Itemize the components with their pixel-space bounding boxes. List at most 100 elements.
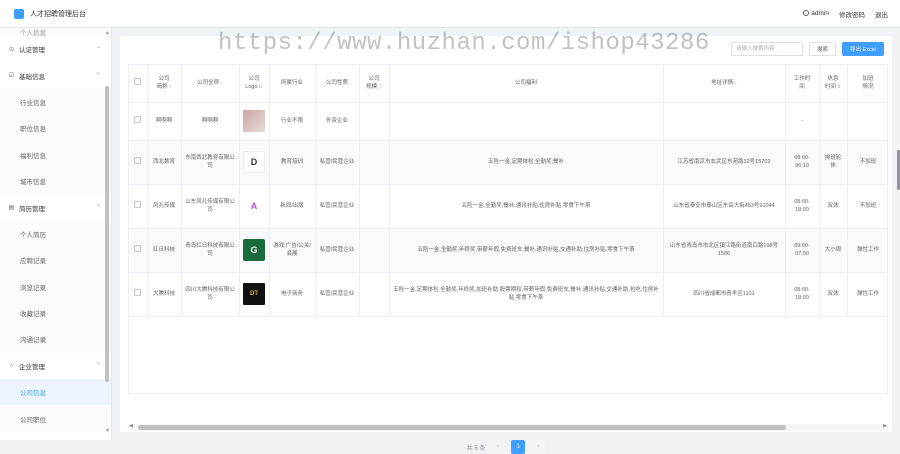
select-all-checkbox[interactable] [134,78,142,85]
column-header-3[interactable]: 公司 Logo⇅ [239,65,270,103]
cell-overtime: 弹性工作 [847,228,887,273]
main-panel: 搜索 导出 Excel 公司 简称⌕公司全称⌕公司 Logo⇅所属行业公司性质公… [120,36,892,454]
logout-link[interactable]: 退出 [875,9,888,19]
column-header-9: 工作时 间 [785,65,820,103]
next-page-button[interactable]: › [531,440,546,454]
company-logo-image: D [243,151,265,173]
cell-welfare [389,102,664,141]
horizontal-scrollbar[interactable]: ◀ ▶ [128,423,888,431]
sidebar-item-5[interactable]: 城市信息 [0,167,111,195]
sidebar-item-10[interactable]: 收藏记录 [0,299,111,327]
cell-short: 西北数育 [147,140,182,185]
table-row[interactable]: 西北数育 东南西北教育有限公司 D 教育培训 私营/民营企业 五险一金,定期体检,全勤奖,… [129,140,887,185]
search-icon[interactable]: ⌕ [220,80,223,86]
cell-industry: 新闻/出版 [269,184,316,229]
company-logo-image: A [243,195,265,217]
cell-text: 私营/民营企业 [319,246,355,253]
table-row[interactable]: 大腾科技 四川大腾科技有限公司 DT 电子商务 私营/民营企业 五险一金,定期体检,全勤奖… [129,272,887,317]
cell-text: 排班轮休 [824,154,842,170]
cell-text: 08:00-18:00 [794,286,810,302]
sort-icon[interactable]: ⇅ [837,84,841,90]
sidebar-item-7[interactable]: 个人简历 [0,220,111,248]
sidebar-item-0[interactable]: ⊙ 认证管理 ⌃ [0,36,111,62]
top-header: 人才招聘管理后台 admin 修改密码 退出 [0,0,900,28]
cell-text: 弹性工作 [856,246,879,253]
search-input[interactable] [731,42,803,56]
row-select-cell [129,102,148,141]
cell-nature: 外资企业 [315,102,360,141]
filter-icon[interactable]: ▽ [378,84,382,90]
table-body: 啊啊啊 啊啊啊 行业不限 外资企业 - 西北数育 东南西北教育有限公司 D 教育培训 私营/民营企… [129,102,887,317]
sidebar-item-label: 收藏记录 [20,311,46,319]
sidebar-item-1[interactable]: ☑ 基础信息 ⌃ [0,62,111,88]
row-select-cell [129,272,148,317]
cell-text: 山东省青岛市市北区镇江路街道南口路198号1506 [669,242,779,258]
change-password-link[interactable]: 修改密码 [839,9,865,19]
column-header-10[interactable]: 休息 时间⇅ [819,65,848,103]
row-checkbox[interactable] [134,156,142,164]
table-row[interactable]: 啊啊啊 啊啊啊 行业不限 外资企业 - [129,102,887,141]
scroll-left-icon[interactable]: ◀ [129,423,133,429]
cell-text: 青岛红日科技有限公司 [185,242,235,258]
sidebar-item-3[interactable]: 职位信息 [0,115,111,142]
column-label: 地址详情 [711,80,734,86]
company-logo-image: G [243,239,265,261]
sidebar-menu: ⊙ 认证管理 ⌃ ☑ 基础信息 ⌃ 行业信息 职位信息 福利信息 城市信息 ▤ 简历管理 ⌃ 个人简历 应聘… [0,36,111,432]
sidebar-item-partial[interactable]: 个人信息 [0,28,111,36]
cell-text: 新闻/出版 [280,202,304,209]
cell-logo: G [239,228,270,273]
cell-text: 私营/民营企业 [319,290,355,297]
cell-text: 08:00-06:10 [794,154,810,170]
column-header-2[interactable]: 公司全称⌕ [181,65,240,103]
table-row[interactable]: 红日科技 青岛红日科技有限公司 G 游戏,广告/公关/会展 私营/民营企业 五险一金,全勤… [129,228,887,273]
table-row[interactable]: 风孔传媒 山东风孔传媒有限公司 A 新闻/出版 私营/民营企业 五险一金,全勤奖,餐补,通… [129,184,887,229]
sidebar-item-9[interactable]: 浏览记录 [0,273,111,300]
cell-work-time: - [785,102,820,141]
cell-full: 四川大腾科技有限公司 [181,272,240,317]
search-icon[interactable]: ⌕ [734,80,737,86]
sidebar-item-4[interactable]: 福利信息 [0,141,111,168]
column-label: 公司福利 [514,80,537,86]
sidebar-item-12[interactable]: ☆ 企业管理 ⌃ [0,353,111,379]
sidebar-item-2[interactable]: 行业信息 [0,88,111,116]
sidebar-item-8[interactable]: 应聘记录 [0,247,111,274]
column-header-1[interactable]: 公司 简称⌕ [147,65,182,103]
cell-text: 09:00-07:00 [794,242,810,258]
page-1-button[interactable]: 1 [511,440,526,454]
prev-page-button[interactable]: ‹ [491,440,506,454]
sidebar-item-14[interactable]: 公司职位 [0,405,111,432]
cell-full: 青岛红日科技有限公司 [181,228,240,273]
search-button[interactable]: 搜索 [809,42,837,56]
horizontal-scroll-thumb[interactable] [138,425,786,430]
sidebar-item-label: 公司信息 [20,390,46,398]
cell-text: 行业不限 [280,117,303,124]
row-checkbox[interactable] [134,288,142,296]
sidebar-item-6[interactable]: ▤ 简历管理 ⌃ [0,194,111,220]
row-checkbox[interactable] [134,244,142,252]
cell-welfare: 五险一金,全勤奖,年终奖,带薪年假,免费班车,餐补,通讯补贴,交通补助,住房补贴… [389,228,664,273]
cell-industry: 行业不限 [269,102,316,141]
cell-welfare: 五险一金,定期体检,全勤奖,餐补 [389,140,664,185]
sidebar-item-label: 沟通记录 [20,337,46,345]
cell-text: 大小周 [824,246,842,253]
cell-address: 山东省青岛市市北区镇江路街道南口路198号1506 [663,228,786,273]
row-checkbox[interactable] [134,200,142,208]
scroll-right-icon[interactable]: ▶ [883,423,887,429]
sidebar-item-11[interactable]: 沟通记录 [0,326,111,353]
sort-icon[interactable]: ⇅ [259,84,263,90]
cell-text: 四川大腾科技有限公司 [185,286,235,302]
user-menu[interactable]: admin [803,10,829,17]
cell-short: 风孔传媒 [147,184,182,229]
export-excel-button[interactable]: 导出 Excel [842,42,884,56]
row-checkbox[interactable] [134,115,142,123]
scroll-up-icon[interactable]: ▲ [105,30,110,36]
edit-icon: ☑ [8,73,15,80]
scroll-down-icon[interactable]: ▼ [105,428,110,434]
sidebar-item-13[interactable]: 公司信息 [0,379,111,406]
search-icon[interactable]: ⌕ [169,84,172,90]
cell-nature: 私营/民营企业 [315,184,360,229]
column-header-6[interactable]: 公司 规模▽ [359,65,390,103]
column-header-8[interactable]: 地址详情⌕ [663,65,786,103]
sidebar-scrollbar[interactable] [105,86,109,382]
cell-scale [359,184,390,229]
